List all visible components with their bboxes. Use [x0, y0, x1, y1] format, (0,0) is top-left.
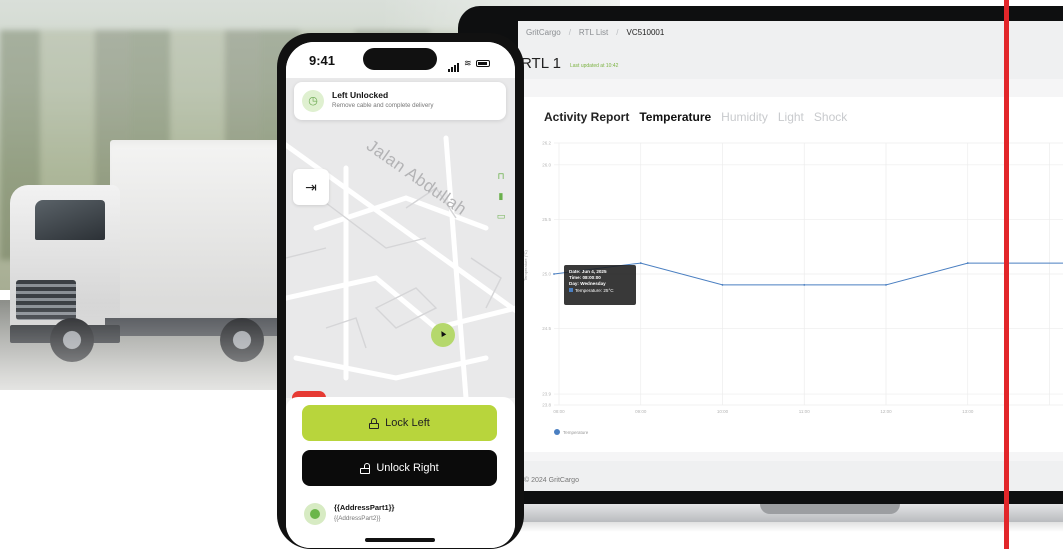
unlock-icon: [360, 462, 371, 474]
battery-status-icon: [475, 59, 490, 67]
map-view[interactable]: Jalan Abdullah ⇥ ⊓ ▮ ▭ ⚠ ➤: [286, 78, 515, 427]
exit-icon: ⇥: [305, 179, 317, 195]
address-line-1: {{AddressPart1}}: [334, 503, 395, 512]
y-tick-label: 23.9: [542, 392, 551, 397]
breadcrumb: GritCargo / RTL List / VC510001: [526, 28, 664, 37]
report-tabs: Activity Report Temperature Humidity Lig…: [544, 110, 847, 124]
x-tick-label: 08:00: [553, 409, 565, 414]
lock-left-label: Lock Left: [385, 417, 430, 429]
y-tick-label: 24.5: [542, 326, 551, 331]
tab-humidity[interactable]: Humidity: [721, 110, 768, 124]
breadcrumb-item[interactable]: GritCargo: [526, 28, 561, 37]
wifi-icon: ≋: [464, 58, 472, 68]
page-title: RTL 1: [521, 55, 562, 72]
laptop-shadow: [458, 522, 1063, 532]
breadcrumb-item[interactable]: RTL List: [579, 28, 608, 37]
unlock-notification: ◷ Left Unlocked Remove cable and complet…: [294, 82, 506, 120]
notification-title: Left Unlocked: [332, 90, 389, 100]
x-tick-label: 11:00: [799, 409, 810, 414]
status-bar: 9:41 ≋: [286, 42, 515, 78]
laptop-screen: GritCargo / RTL List / VC510001 RTL 1 La…: [518, 21, 1063, 491]
chart-tooltip: Date: Jun 4, 2025 Time: 08:00:00 Day: We…: [564, 265, 636, 305]
map-roads: [286, 135, 515, 398]
lock-icon: [369, 417, 380, 429]
location-marker-icon: [431, 323, 455, 347]
tooltip-temperature-text: Temperature: 25°C: [575, 287, 614, 293]
last-updated: Last updated at 10:42: [570, 63, 619, 69]
report-heading: Activity Report: [544, 110, 630, 124]
signal-icon: ▮: [498, 191, 504, 201]
laptop: GritCargo / RTL List / VC510001 RTL 1 La…: [458, 6, 1063, 549]
lock-left-button[interactable]: Lock Left: [302, 405, 497, 441]
address-pin-icon: [304, 503, 326, 525]
breadcrumb-separator: /: [568, 28, 571, 37]
unlock-right-button[interactable]: Unlock Right: [302, 450, 497, 486]
data-point: [885, 284, 887, 286]
laptop-notch: [760, 504, 900, 514]
breadcrumb-current: VC510001: [626, 28, 665, 37]
bottom-sheet: Lock Left Unlock Right {{AddressPart1}} …: [286, 397, 515, 548]
phone-screen: Jalan Abdullah ⇥ ⊓ ▮ ▭ ⚠ ➤ 9:41 ≋ ◷ Left…: [286, 42, 515, 548]
cell-signal-icon: [448, 54, 460, 72]
data-point: [966, 262, 969, 264]
y-tick-label: 25.5: [542, 217, 551, 222]
status-time: 9:41: [309, 53, 336, 68]
legend-swatch: [554, 429, 560, 435]
legend-label: Temperature: [563, 430, 589, 435]
footer: © 2024 GritCargo: [518, 461, 1063, 491]
unlock-status-icon: ⊓: [497, 171, 505, 181]
temperature-chart: Temperature (°C) 23.8 23.9 24.5 25.0 25.5 26.…: [523, 135, 1063, 435]
data-point: [639, 262, 642, 264]
tab-temperature[interactable]: Temperature: [639, 110, 711, 124]
x-tick-label: 10:00: [717, 409, 729, 414]
copyright: © 2024 GritCargo: [524, 477, 579, 484]
unlock-right-label: Unlock Right: [376, 462, 439, 474]
battery-icon: ▭: [496, 211, 506, 221]
data-point: [803, 284, 806, 286]
header-bar: GritCargo / RTL List / VC510001 RTL 1 La…: [518, 21, 1063, 79]
y-tick-label: 23.8: [542, 403, 551, 408]
y-tick-label: 26.2: [542, 141, 551, 146]
phone: Jalan Abdullah ⇥ ⊓ ▮ ▭ ⚠ ➤ 9:41 ≋ ◷ Left…: [277, 33, 524, 549]
exit-button[interactable]: ⇥: [293, 169, 329, 205]
tooltip-swatch: [569, 288, 573, 293]
tab-shock[interactable]: Shock: [814, 110, 847, 124]
home-indicator: [365, 538, 435, 542]
data-point: [721, 284, 724, 286]
activity-report-card: Activity Report Temperature Humidity Lig…: [523, 97, 1063, 452]
y-tick-label: 26.0: [542, 162, 551, 167]
timer-icon: ◷: [302, 90, 324, 112]
breadcrumb-separator: /: [616, 28, 619, 37]
address-line-2: {{AddressPart2}}: [334, 515, 381, 522]
tab-light[interactable]: Light: [778, 110, 804, 124]
dynamic-island: [363, 48, 437, 70]
data-point: [553, 273, 555, 275]
notification-subtitle: Remove cable and complete delivery: [332, 102, 434, 109]
tooltip-temperature: Temperature: 25°C: [569, 288, 631, 294]
y-tick-label: 25.0: [542, 272, 551, 277]
red-divider-line: [1004, 0, 1009, 549]
status-icons: ≋: [448, 54, 490, 72]
x-tick-label: 12:00: [880, 409, 892, 414]
x-tick-label: 09:00: [635, 409, 647, 414]
x-tick-label: 13:00: [962, 409, 974, 414]
